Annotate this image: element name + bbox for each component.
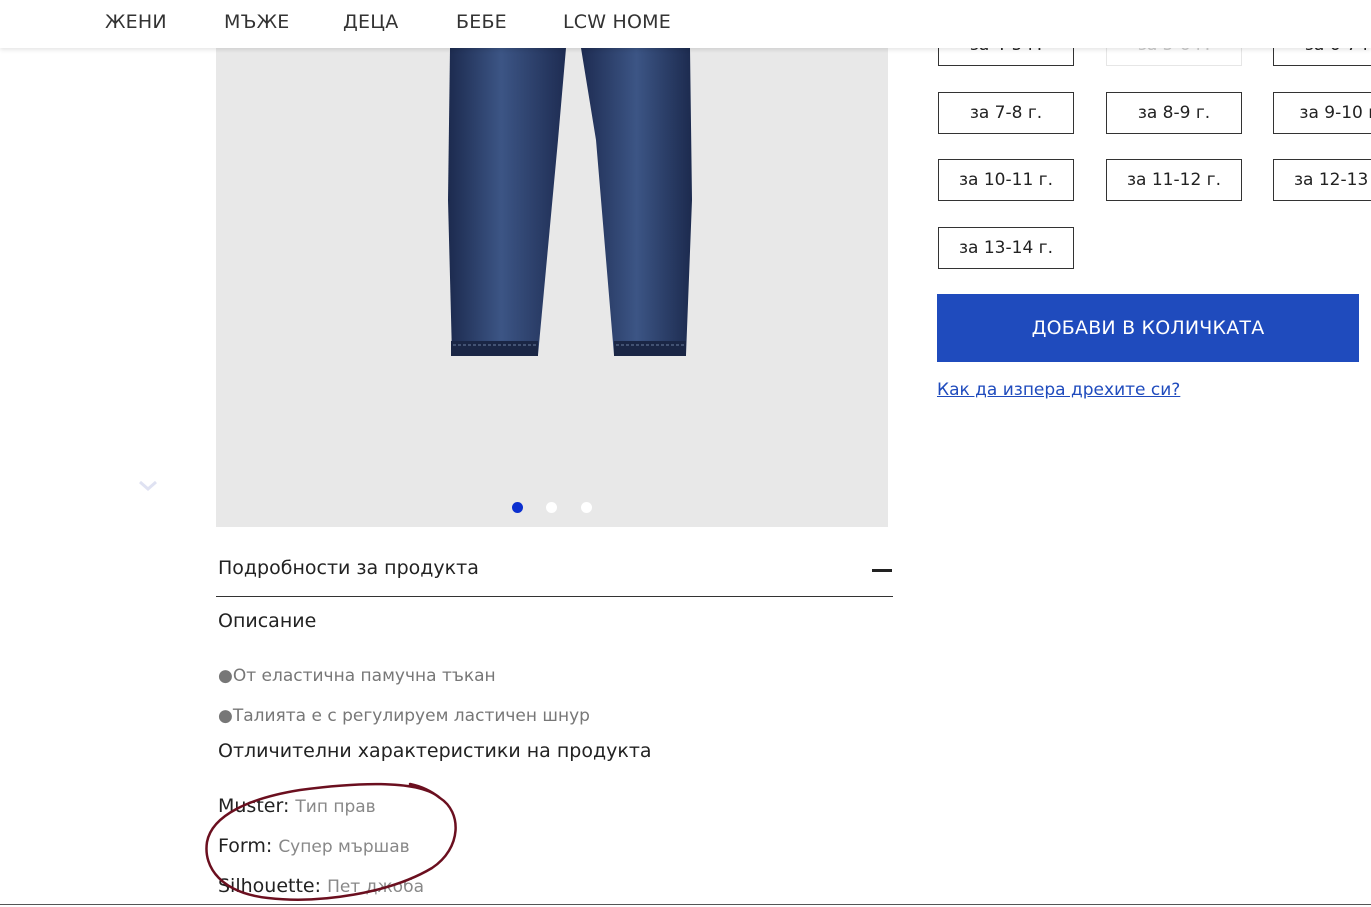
- size-option[interactable]: за 7-8 г.: [938, 92, 1074, 134]
- size-option[interactable]: за 9-10 г.: [1273, 92, 1371, 134]
- add-to-cart-button[interactable]: ДОБАВИ В КОЛИЧКАТА: [937, 294, 1359, 362]
- feature-value: Пет джоба: [327, 877, 424, 897]
- description-bullet: ●Талията е с регулируем ластичен шнур: [218, 706, 590, 726]
- features-title: Отличителни характеристики на продукта: [218, 740, 652, 762]
- nav-item-men[interactable]: МЪЖЕ: [224, 11, 289, 33]
- gallery-dot-3[interactable]: [581, 502, 592, 513]
- feature-row-silhouette: Silhouette: Пет джоба: [218, 875, 424, 897]
- gallery-dot-1[interactable]: [512, 502, 523, 513]
- description-bullet: ●От еластична памучна тъкан: [218, 666, 496, 686]
- product-image-gallery[interactable]: [216, 0, 888, 527]
- feature-label: Muster:: [218, 795, 290, 817]
- size-option[interactable]: за 8-9 г.: [1106, 92, 1242, 134]
- jeans-image: [448, 48, 692, 356]
- washing-instructions-link[interactable]: Как да изпера дрехите си?: [937, 380, 1180, 400]
- feature-row-muster: Muster: Тип прав: [218, 795, 376, 817]
- feature-label: Form:: [218, 835, 273, 857]
- divider: [216, 596, 893, 597]
- collapse-minus-icon[interactable]: [872, 569, 892, 572]
- size-option[interactable]: за 10-11 г.: [938, 159, 1074, 201]
- feature-label: Silhouette:: [218, 875, 322, 897]
- nav-item-kids[interactable]: ДЕЦА: [343, 11, 398, 33]
- size-option[interactable]: за 12-13 г.: [1273, 159, 1371, 201]
- description-title: Описание: [218, 610, 317, 632]
- size-option[interactable]: за 13-14 г.: [938, 227, 1074, 269]
- feature-row-form: Form: Супер мършав: [218, 835, 410, 857]
- nav-item-lcw-home[interactable]: LCW HOME: [563, 11, 671, 33]
- gallery-dot-2[interactable]: [546, 502, 557, 513]
- nav-item-women[interactable]: ЖЕНИ: [105, 11, 167, 33]
- top-navigation: ЖЕНИ МЪЖЕ ДЕЦА БЕБЕ LCW HOME: [0, 0, 1371, 48]
- product-details-header[interactable]: Подробности за продукта: [218, 557, 479, 579]
- feature-value: Супер мършав: [278, 837, 410, 857]
- thumbnail-scroll-down-icon[interactable]: [137, 478, 159, 492]
- size-option[interactable]: за 11-12 г.: [1106, 159, 1242, 201]
- feature-value: Тип прав: [295, 797, 376, 817]
- divider: [0, 904, 1371, 905]
- nav-item-baby[interactable]: БЕБЕ: [456, 11, 507, 33]
